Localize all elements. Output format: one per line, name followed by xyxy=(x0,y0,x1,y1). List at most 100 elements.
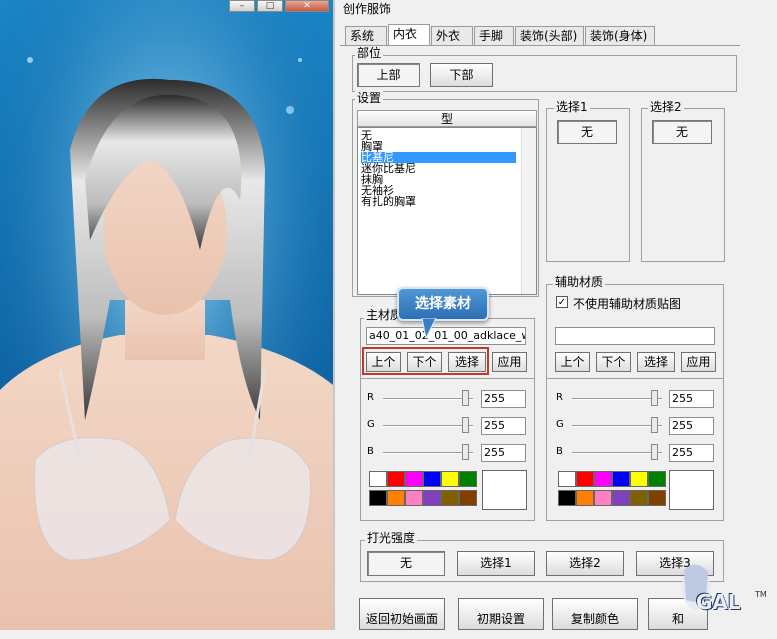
divider xyxy=(546,378,724,379)
color-swatch[interactable] xyxy=(423,490,441,506)
color-swatch[interactable] xyxy=(630,490,648,506)
main-next-button[interactable]: 下个 xyxy=(407,352,442,372)
type-column-header[interactable]: 型 xyxy=(357,110,537,127)
main-r-slider-thumb[interactable] xyxy=(462,390,469,406)
aux-b-slider[interactable] xyxy=(572,452,662,454)
character-preview: – □ ✕ xyxy=(0,0,333,630)
copy-color-button[interactable]: 复制颜色 xyxy=(552,598,638,630)
maximize-icon[interactable]: □ xyxy=(257,0,283,12)
tab-divider xyxy=(340,45,740,46)
initial-settings-button[interactable]: 初期设置 xyxy=(458,598,544,630)
color-swatch[interactable] xyxy=(594,471,612,487)
color-swatch[interactable] xyxy=(648,490,666,506)
main-g-label: G xyxy=(367,419,375,430)
upper-part-button[interactable]: 上部 xyxy=(357,63,420,87)
close-icon[interactable]: ✕ xyxy=(285,0,329,12)
aux-g-slider-thumb[interactable] xyxy=(651,417,658,433)
aux-r-value[interactable]: 255 xyxy=(669,390,714,408)
aux-choose-button[interactable]: 选择 xyxy=(637,352,675,372)
main-color-preview xyxy=(482,470,527,510)
main-b-slider[interactable] xyxy=(383,452,473,454)
color-swatch[interactable] xyxy=(648,471,666,487)
character-preview-image xyxy=(0,0,333,630)
main-choose-button[interactable]: 选择 xyxy=(448,352,486,372)
lighting-label: 打光强度 xyxy=(365,531,418,545)
aux-next-button[interactable]: 下个 xyxy=(596,352,631,372)
part-group-label: 部位 xyxy=(355,46,384,60)
color-swatch[interactable] xyxy=(612,490,630,506)
lighting-select2-button[interactable]: 选择2 xyxy=(546,551,624,576)
tab-head-accessory[interactable]: 装饰(头部) xyxy=(515,26,584,46)
select2-value-button[interactable]: 无 xyxy=(652,120,712,144)
color-swatch[interactable] xyxy=(441,471,459,487)
color-swatch[interactable] xyxy=(405,471,423,487)
main-g-slider-thumb[interactable] xyxy=(462,417,469,433)
lighting-select1-button[interactable]: 选择1 xyxy=(457,551,535,576)
aux-color-preview xyxy=(669,470,714,510)
main-r-value[interactable]: 255 xyxy=(481,390,526,408)
aux-g-label: G xyxy=(556,419,564,430)
color-swatch[interactable] xyxy=(387,490,405,506)
main-g-slider[interactable] xyxy=(383,425,473,427)
select2-label: 选择2 xyxy=(648,100,684,114)
minimize-icon[interactable]: – xyxy=(229,0,255,12)
tab-underwear[interactable]: 内衣 xyxy=(388,24,430,46)
aux-r-slider-thumb[interactable] xyxy=(651,390,658,406)
watermark-text: GAL xyxy=(696,590,741,614)
aux-b-slider-thumb[interactable] xyxy=(651,444,658,460)
color-swatch[interactable] xyxy=(630,471,648,487)
select-material-callout: 选择素材 xyxy=(397,287,489,321)
main-material-filename-field[interactable]: a40_01_02_01_00_adklace_wh xyxy=(366,327,526,345)
color-swatch[interactable] xyxy=(441,490,459,506)
color-swatch[interactable] xyxy=(576,490,594,506)
select1-label: 选择1 xyxy=(554,100,590,114)
color-swatch[interactable] xyxy=(576,471,594,487)
aux-material-filename-field[interactable] xyxy=(555,327,715,345)
return-to-start-button[interactable]: 返回初始画面 xyxy=(359,598,445,630)
callout-pointer xyxy=(421,318,437,340)
tab-body-accessory[interactable]: 装饰(身体) xyxy=(585,26,655,46)
watermark-tm: TM xyxy=(755,590,767,599)
aux-b-value[interactable]: 255 xyxy=(669,444,714,462)
type-listbox[interactable]: 无 胸罩 比基尼 迷你比基尼 抹胸 无袖衫 有扎的胸罩 xyxy=(357,127,537,295)
main-r-label: R xyxy=(367,392,374,403)
aux-disable-checkbox[interactable]: ✓ xyxy=(556,296,568,308)
main-b-value[interactable]: 255 xyxy=(481,444,526,462)
main-r-slider[interactable] xyxy=(383,398,473,400)
color-swatch[interactable] xyxy=(387,471,405,487)
main-b-label: B xyxy=(367,446,374,457)
main-apply-button[interactable]: 应用 xyxy=(492,352,527,372)
tab-system[interactable]: 系统 xyxy=(345,26,387,46)
tab-outerwear[interactable]: 外衣 xyxy=(431,26,473,46)
aux-r-slider[interactable] xyxy=(572,398,662,400)
color-swatch[interactable] xyxy=(558,490,576,506)
color-swatch[interactable] xyxy=(594,490,612,506)
divider xyxy=(360,378,535,379)
list-item[interactable]: 有扎的胸罩 xyxy=(361,196,516,207)
color-swatch[interactable] xyxy=(405,490,423,506)
color-swatch[interactable] xyxy=(612,471,630,487)
list-item[interactable]: 无 xyxy=(361,130,516,141)
main-prev-button[interactable]: 上个 xyxy=(366,352,401,372)
tab-hands-feet[interactable]: 手脚 xyxy=(474,26,514,46)
color-swatch[interactable] xyxy=(459,471,477,487)
settings-group-label: 设置 xyxy=(355,91,384,105)
window-title: 创作服饰 xyxy=(343,2,392,16)
aux-g-value[interactable]: 255 xyxy=(669,417,714,435)
color-swatch[interactable] xyxy=(369,471,387,487)
list-item[interactable]: 迷你比基尼 xyxy=(361,163,516,174)
lighting-none-button[interactable]: 无 xyxy=(367,551,445,576)
lower-part-button[interactable]: 下部 xyxy=(430,63,493,87)
aux-g-slider[interactable] xyxy=(572,425,662,427)
aux-apply-button[interactable]: 应用 xyxy=(681,352,716,372)
select1-value-button[interactable]: 无 xyxy=(557,120,617,144)
color-swatch[interactable] xyxy=(423,471,441,487)
main-g-value[interactable]: 255 xyxy=(481,417,526,435)
color-swatch[interactable] xyxy=(558,471,576,487)
color-swatch[interactable] xyxy=(369,490,387,506)
main-b-slider-thumb[interactable] xyxy=(462,444,469,460)
list-scrollbar[interactable] xyxy=(521,128,536,294)
color-swatch[interactable] xyxy=(459,490,477,506)
aux-b-label: B xyxy=(556,446,563,457)
aux-prev-button[interactable]: 上个 xyxy=(555,352,590,372)
